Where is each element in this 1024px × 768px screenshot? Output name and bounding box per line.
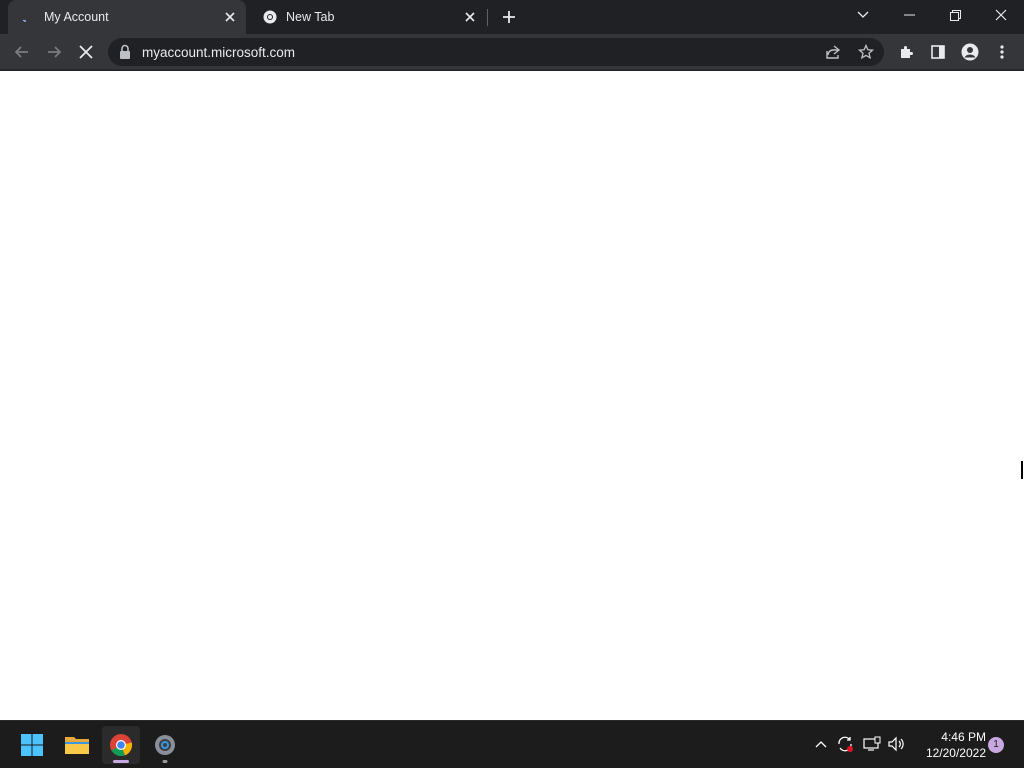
file-explorer-icon (65, 737, 89, 754)
text-cursor (1021, 461, 1023, 479)
close-icon (79, 45, 93, 59)
restore-button[interactable] (932, 0, 978, 30)
active-indicator (113, 760, 129, 763)
more-vert-icon (1000, 45, 1004, 59)
restore-icon (949, 9, 961, 21)
browser-toolbar: myaccount.microsoft.com (0, 34, 1024, 70)
plus-icon (503, 11, 515, 23)
star-icon (858, 44, 874, 60)
network-icon (863, 736, 881, 751)
stop-loading-button[interactable] (72, 38, 100, 66)
close-icon (995, 9, 1007, 21)
running-indicator (162, 760, 168, 763)
side-panel-button[interactable] (924, 38, 952, 66)
chrome-icon (110, 734, 133, 757)
tab-divider (487, 9, 488, 26)
close-tab-icon[interactable] (220, 7, 240, 27)
clock-date: 12/20/2022 (925, 746, 986, 760)
loading-spinner-icon (20, 9, 36, 25)
start-button[interactable] (13, 726, 51, 764)
extensions-button[interactable] (892, 38, 920, 66)
tab-strip: My Account New Tab (0, 0, 1024, 34)
side-panel-icon (931, 45, 945, 59)
file-explorer-button[interactable] (58, 726, 96, 764)
bookmark-button[interactable] (854, 40, 878, 64)
url-text: myaccount.microsoft.com (142, 45, 296, 60)
share-button[interactable] (821, 40, 845, 64)
sync-icon (838, 736, 853, 752)
network-status[interactable] (861, 733, 883, 755)
profile-button[interactable] (956, 38, 984, 66)
notification-badge[interactable]: 1 (988, 737, 1004, 753)
start-icon (21, 734, 43, 756)
chevron-up-icon (815, 741, 827, 748)
new-tab-button[interactable] (497, 5, 521, 29)
system-clock[interactable]: 4:46 PM 12/20/2022 (914, 729, 986, 761)
avatar-icon (961, 43, 979, 61)
minimize-icon (903, 14, 915, 16)
close-window-button[interactable] (978, 0, 1024, 30)
share-icon (826, 45, 841, 59)
menu-button[interactable] (988, 38, 1016, 66)
lock-icon (120, 44, 130, 59)
tab-new-tab[interactable]: New Tab (250, 0, 486, 34)
sync-status[interactable] (834, 733, 856, 755)
arrow-right-icon (48, 46, 62, 58)
volume-control[interactable] (886, 733, 908, 755)
tab-title: New Tab (286, 10, 335, 24)
tab-search-button[interactable] (840, 0, 886, 30)
volume-icon (888, 736, 904, 752)
puzzle-icon (901, 46, 913, 58)
chevron-down-icon (857, 11, 869, 18)
settings-taskbar-button[interactable] (146, 726, 184, 764)
chrome-taskbar-button[interactable] (102, 726, 140, 764)
forward-button[interactable] (40, 38, 68, 66)
chrome-icon (262, 9, 278, 25)
settings-icon (155, 735, 175, 755)
taskbar: 4:46 PM 12/20/2022 1 (0, 720, 1024, 768)
minimize-button[interactable] (886, 0, 932, 30)
back-button[interactable] (8, 38, 36, 66)
show-hidden-icons-button[interactable] (810, 733, 832, 755)
arrow-left-icon (14, 46, 28, 58)
tab-my-account[interactable]: My Account (8, 0, 246, 34)
clock-time: 4:46 PM (941, 730, 986, 744)
close-tab-icon[interactable] (460, 7, 480, 27)
page-content (0, 71, 1024, 720)
tab-title: My Account (44, 10, 109, 24)
address-bar[interactable]: myaccount.microsoft.com (108, 38, 884, 66)
